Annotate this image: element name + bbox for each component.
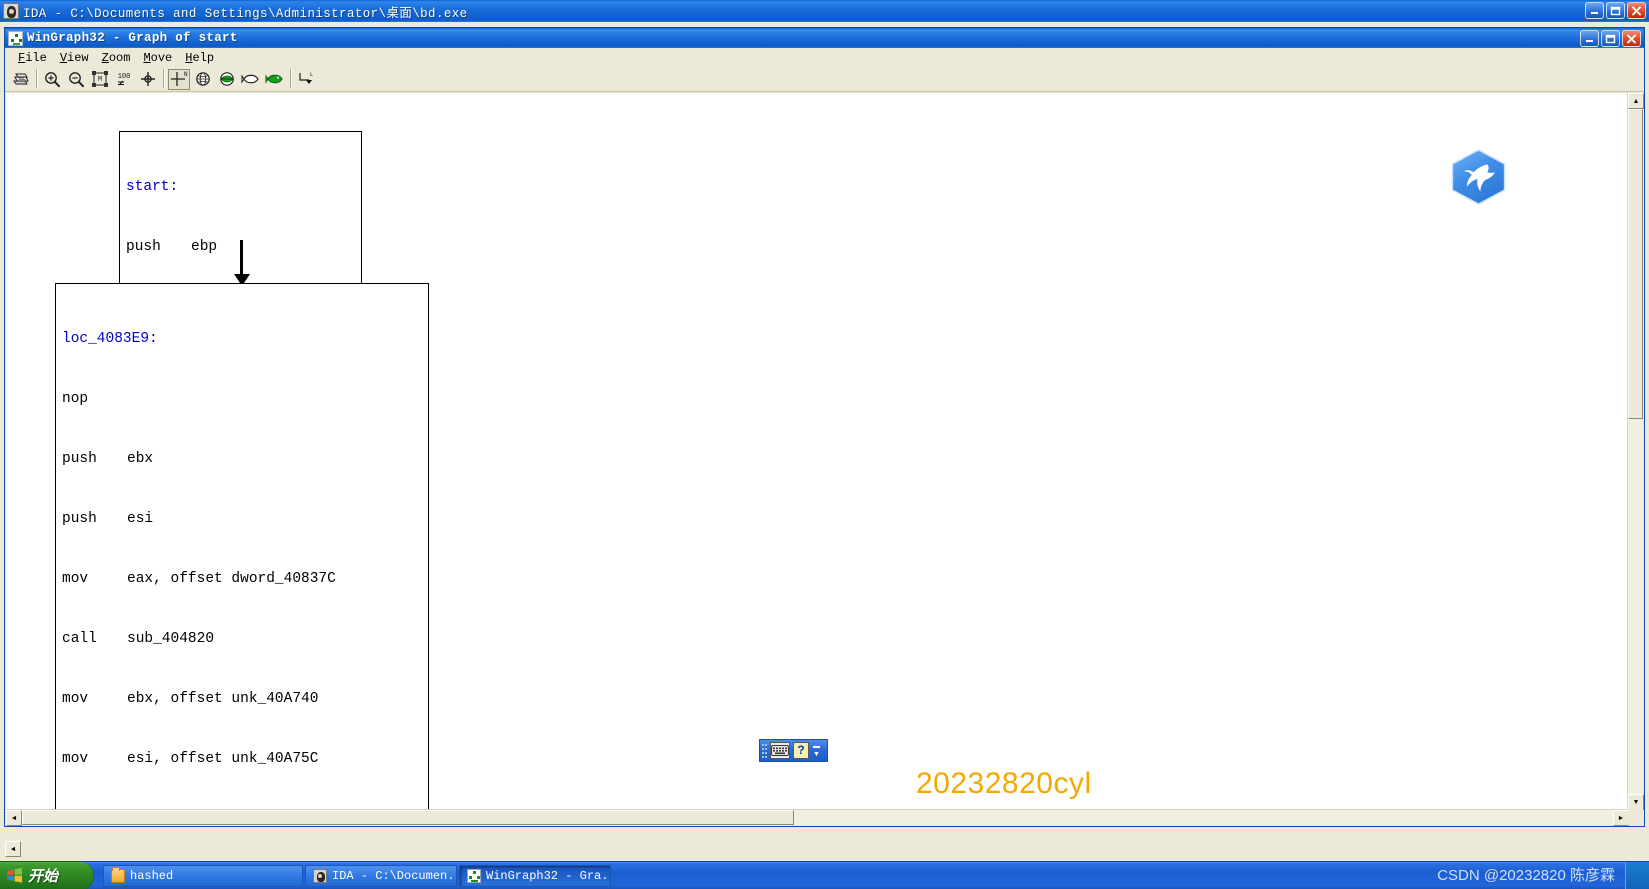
taskbar-item-wingraph-label: WinGraph32 - Gra...	[486, 868, 611, 883]
horizontal-scroll-thumb[interactable]	[22, 810, 794, 825]
zoom-100-icon[interactable]: 100	[113, 68, 135, 90]
taskbar-item-hashed[interactable]: hashed	[103, 864, 303, 887]
options-chevron-icon[interactable]: ▬ ▼	[813, 743, 820, 758]
menu-help[interactable]: Help	[181, 50, 223, 66]
ida-close-button[interactable]	[1627, 2, 1646, 19]
scrollbar-corner	[1627, 809, 1643, 825]
wingraph-window-title: WinGraph32 - Graph of start	[27, 31, 238, 45]
wingraph-window: WinGraph32 - Graph of start File View Zo…	[4, 27, 1645, 827]
menu-zoom-label: Z	[101, 50, 109, 65]
wingraph-minimize-button[interactable]	[1580, 30, 1599, 47]
wingraph-toolbar: M 100 N L	[5, 67, 1644, 92]
wingraph-app-icon	[8, 30, 23, 46]
wingraph-app-icon	[467, 868, 481, 883]
svg-text:L: L	[310, 71, 313, 78]
menu-view-rest: iew	[67, 50, 89, 65]
print-icon[interactable]	[10, 68, 32, 90]
wingraph-restore-button[interactable]	[1601, 30, 1620, 47]
windows-flag-icon	[6, 867, 23, 884]
node-loc-label: loc_4083E9:	[62, 331, 158, 347]
node-start-label: start:	[126, 179, 179, 195]
ida-hummingbird-logo	[1451, 149, 1506, 205]
taskbar-task-list: hashed IDA - C:\Documen... WinGraph32 - …	[103, 864, 611, 887]
ida-restore-button[interactable]	[1606, 2, 1625, 19]
ida-minimize-button[interactable]	[1585, 2, 1604, 19]
menu-move-rest: ove	[150, 50, 173, 65]
wingraph-window-controls	[1580, 30, 1641, 47]
zoom-in-icon[interactable]	[41, 68, 63, 90]
menu-view-label: V	[59, 50, 68, 65]
fit-window-icon[interactable]: M	[89, 68, 111, 90]
toolbar-separator-1	[33, 69, 40, 90]
lang-dropdown-icon[interactable]: ▼	[813, 751, 820, 758]
node-loc-line-6: mov esi, offset unk_40A75C	[62, 751, 319, 767]
lang-minimize-icon[interactable]: ▬	[813, 743, 820, 750]
menu-view[interactable]: View	[56, 50, 98, 66]
graph-vertical-scrollbar[interactable]: ▲ ▼	[1627, 93, 1644, 810]
windows-language-bar[interactable]: ? ▬ ▼	[759, 739, 828, 762]
wingraph-close-button[interactable]	[1622, 30, 1641, 47]
node-loc-line-3: mov eax, offset dword_40837C	[62, 571, 336, 587]
folder-icon	[111, 866, 125, 883]
zoom-out-icon[interactable]	[65, 68, 87, 90]
center-icon[interactable]	[137, 68, 159, 90]
menu-file[interactable]: File	[14, 50, 56, 66]
svg-text:100: 100	[118, 73, 131, 81]
screen: IDA - C:\Documents and Settings\Administ…	[0, 0, 1649, 889]
windows-taskbar: 开始 hashed IDA - C:\Documen... WinGraph32…	[0, 861, 1649, 889]
node-loc-line-1: push ebx	[62, 451, 154, 467]
scroll-left-arrow-icon[interactable]: ◄	[6, 810, 22, 826]
node-loc-line-2: push esi	[62, 511, 154, 527]
help-icon[interactable]: ?	[793, 742, 809, 759]
toolbar-separator-2	[160, 69, 167, 90]
wingraph-titlebar[interactable]: WinGraph32 - Graph of start	[5, 28, 1644, 48]
node-loc-line-5: mov ebx, offset unk_40A740	[62, 691, 319, 707]
node-loc-line-4: call sub_404820	[62, 631, 215, 647]
graph-canvas[interactable]: start: pushebp movebp, esp addesp, 0FFFF…	[6, 93, 1629, 810]
start-button[interactable]: 开始	[0, 861, 94, 889]
graph-node-loc-4083E9[interactable]: loc_4083E9: nop push ebx push esi mov eax, …	[55, 283, 429, 810]
taskbar-item-wingraph[interactable]: WinGraph32 - Gra...	[459, 864, 611, 887]
svg-text:N: N	[184, 71, 188, 78]
ida-main-window: IDA - C:\Documents and Settings\Administ…	[0, 0, 1649, 861]
menu-zoom[interactable]: Zoom	[98, 50, 140, 66]
menu-file-rest: ile	[25, 50, 47, 65]
start-button-label: 开始	[28, 868, 59, 885]
fish-green-icon[interactable]	[264, 68, 286, 90]
ida-window-controls	[1585, 2, 1646, 19]
graph-horizontal-scrollbar[interactable]: ◄ ►	[6, 809, 1629, 826]
vertical-scroll-thumb[interactable]	[1628, 109, 1643, 419]
system-tray[interactable]	[1625, 862, 1649, 889]
ida-scroll-left-arrow-icon[interactable]: ◄	[5, 841, 21, 857]
ida-app-icon	[3, 3, 19, 19]
toolbar-separator-3	[287, 69, 294, 90]
taskbar-item-hashed-label: hashed	[130, 868, 174, 883]
globe-green-icon[interactable]	[216, 68, 238, 90]
fish-outline-icon[interactable]	[240, 68, 262, 90]
move-north-icon[interactable]: N	[168, 68, 190, 90]
menu-move[interactable]: Move	[139, 50, 181, 66]
language-bar-grip[interactable]	[760, 740, 769, 761]
menu-help-rest: elp	[192, 50, 215, 65]
ida-app-icon	[313, 868, 327, 883]
menu-zoom-rest: oom	[108, 50, 131, 65]
arrow-path-icon[interactable]: L	[295, 68, 317, 90]
globe-icon[interactable]	[192, 68, 214, 90]
wingraph-menubar: File View Zoom Move Help	[5, 48, 1644, 67]
scroll-up-arrow-icon[interactable]: ▲	[1628, 93, 1644, 109]
svg-text:M: M	[98, 76, 102, 84]
node-loc-line-0: nop	[62, 391, 89, 407]
menu-move-label: M	[143, 50, 151, 65]
ida-titlebar[interactable]: IDA - C:\Documents and Settings\Administ…	[0, 0, 1649, 22]
scroll-down-arrow-icon[interactable]: ▼	[1628, 794, 1644, 810]
taskbar-item-ida-label: IDA - C:\Documen...	[332, 868, 457, 883]
ida-window-title: IDA - C:\Documents and Settings\Administ…	[23, 6, 468, 21]
taskbar-item-ida[interactable]: IDA - C:\Documen...	[305, 864, 457, 887]
keyboard-icon[interactable]	[770, 742, 790, 759]
csdn-watermark: CSDN @20232820 陈彦霖	[1437, 867, 1615, 884]
orange-watermark-text: 20232820cyl	[916, 767, 1092, 800]
